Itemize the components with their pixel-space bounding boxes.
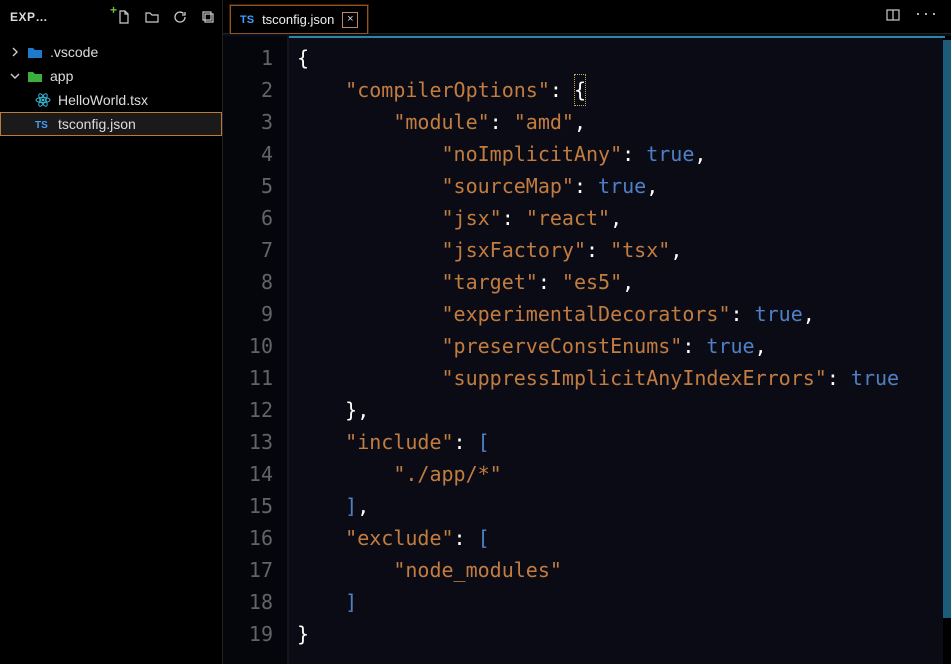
new-file-icon[interactable]: + [116,9,132,25]
tree-file-tsconfig[interactable]: TS tsconfig.json [0,112,222,136]
line-number: 15 [231,490,273,522]
line-number: 8 [231,266,273,298]
tab-bar: TS tsconfig.json × ··· [223,0,951,34]
scrollbar-thumb[interactable] [943,40,951,618]
line-number: 17 [231,554,273,586]
line-number: 16 [231,522,273,554]
close-tab-button[interactable]: × [342,12,358,28]
code-line: "suppressImplicitAnyIndexErrors": true [297,362,943,394]
code-editor[interactable]: 12345678910111213141516171819 { "compile… [223,34,951,664]
tsconfig-file-icon: TS [34,115,52,133]
line-number: 13 [231,426,273,458]
new-folder-icon[interactable] [144,9,160,25]
code-line: }, [297,394,943,426]
line-number: 10 [231,330,273,362]
collapse-all-icon[interactable] [200,9,216,25]
code-line: "sourceMap": true, [297,170,943,202]
react-file-icon [34,91,52,109]
svg-text:TS: TS [35,120,48,131]
tab-tsconfig[interactable]: TS tsconfig.json × [229,4,369,34]
line-number: 18 [231,586,273,618]
explorer-header: EXP… + [0,0,222,34]
line-number: 12 [231,394,273,426]
folder-app-icon [26,67,44,85]
line-number: 19 [231,618,273,650]
code-line: "module": "amd", [297,106,943,138]
tree-item-label: tsconfig.json [58,116,136,132]
code-content[interactable]: { "compilerOptions": { "module": "amd", … [289,36,943,664]
chevron-down-icon [10,71,20,81]
folder-settings-icon [26,43,44,61]
tree-file-hello[interactable]: HelloWorld.tsx [0,88,222,112]
tree-folder-app[interactable]: app [0,64,222,88]
tree-item-label: app [50,68,73,84]
vertical-scrollbar[interactable] [943,36,951,664]
line-number: 11 [231,362,273,394]
line-number-gutter: 12345678910111213141516171819 [223,36,289,664]
explorer-sidebar: EXP… + [0,0,223,664]
line-number: 3 [231,106,273,138]
code-line: "jsxFactory": "tsx", [297,234,943,266]
line-number: 9 [231,298,273,330]
line-number: 4 [231,138,273,170]
tab-label: tsconfig.json [262,12,334,27]
tree-folder-vscode[interactable]: .vscode [0,40,222,64]
code-line: { [297,42,943,74]
line-number: 5 [231,170,273,202]
line-number: 7 [231,234,273,266]
code-line: "target": "es5", [297,266,943,298]
code-line: "compilerOptions": { [297,74,943,106]
code-line: } [297,618,943,650]
code-line: "noImplicitAny": true, [297,138,943,170]
explorer-title: EXP… [10,10,116,24]
line-number: 1 [231,42,273,74]
refresh-icon[interactable] [172,9,188,25]
file-tree: .vscode app HelloWorld.tsx [0,34,222,136]
code-line: "jsx": "react", [297,202,943,234]
code-line: ] [297,586,943,618]
code-line: "exclude": [ [297,522,943,554]
more-actions-icon[interactable]: ··· [915,3,939,24]
line-number: 14 [231,458,273,490]
code-line: "experimentalDecorators": true, [297,298,943,330]
line-number: 6 [231,202,273,234]
code-line: "node_modules" [297,554,943,586]
chevron-right-icon [10,47,20,57]
line-number: 2 [231,74,273,106]
tree-item-label: .vscode [50,44,98,60]
editor-area: TS tsconfig.json × ··· 12345678910111213… [223,0,951,664]
code-line: ], [297,490,943,522]
split-editor-icon[interactable] [885,7,901,26]
tree-item-label: HelloWorld.tsx [58,92,148,108]
typescript-badge-icon: TS [240,14,254,26]
code-line: "preserveConstEnums": true, [297,330,943,362]
code-line: "include": [ [297,426,943,458]
code-line: "./app/*" [297,458,943,490]
